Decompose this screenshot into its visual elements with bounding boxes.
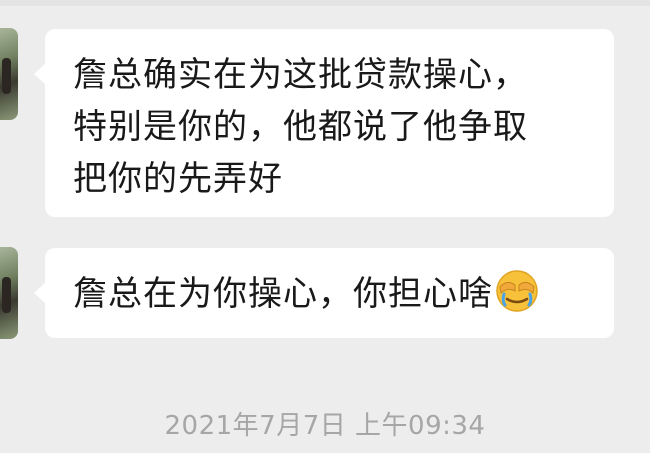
message-timestamp: 2021年7月7日 上午09:34 [164, 411, 486, 441]
sender-avatar[interactable] [0, 247, 18, 339]
message-bubble[interactable]: 詹总确实在为这批贷款操心， 特别是你的，他都说了他争取 把你的先弄好 [34, 29, 614, 217]
message-line: 詹总在为你操心，你担心啥 [73, 268, 586, 320]
message-text: 詹总确实在为这批贷款操心， 特别是你的，他都说了他争取 把你的先弄好 [73, 55, 528, 199]
bubble-tail [34, 63, 46, 85]
message-text: 詹总在为你操心，你担心啥 [73, 274, 493, 314]
crying-face-emoji-icon [496, 270, 538, 312]
window-top-edge [0, 0, 650, 6]
sender-avatar[interactable] [0, 28, 18, 120]
message-bubble[interactable]: 詹总在为你操心，你担心啥 [34, 248, 614, 338]
bubble-tail [34, 282, 46, 304]
